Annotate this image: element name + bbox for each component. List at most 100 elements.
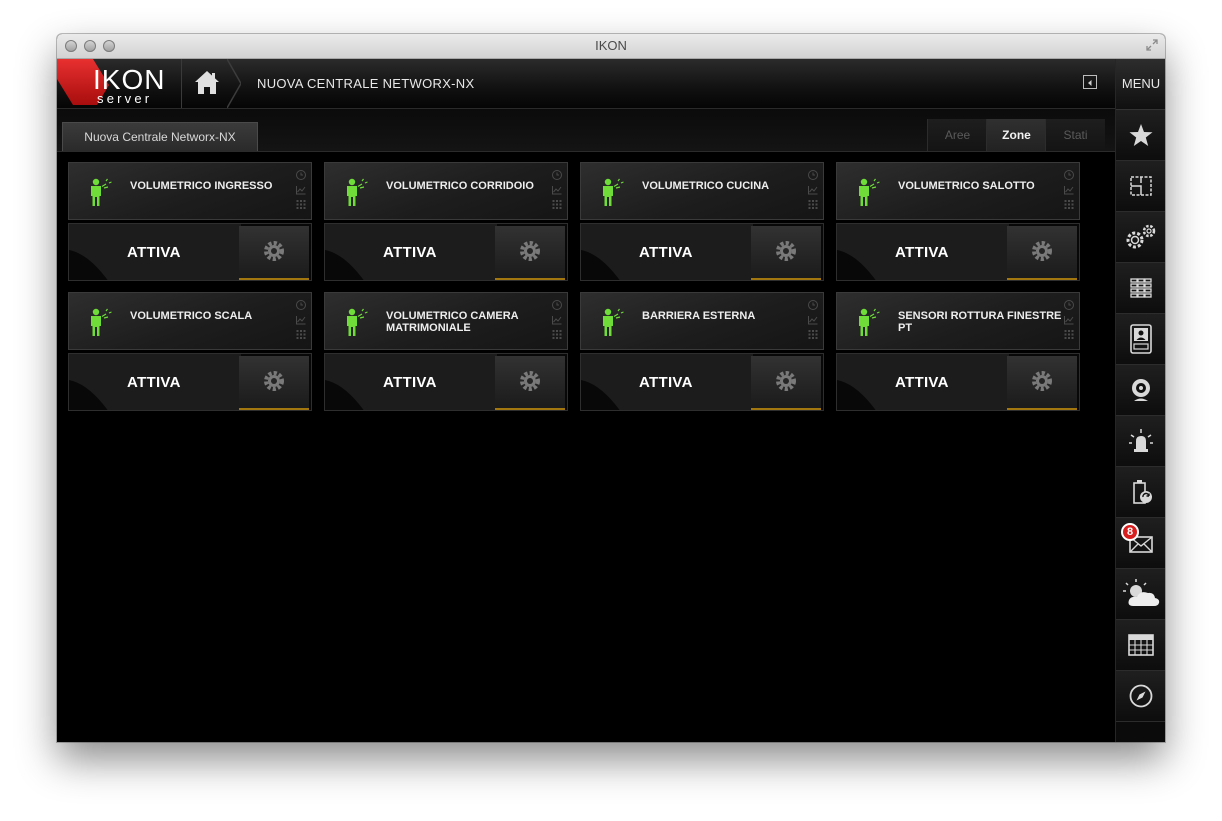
motion-sensor-icon [603, 308, 624, 336]
motion-sensor-icon [91, 178, 112, 206]
home-button[interactable] [181, 59, 232, 108]
gear-icon [1032, 241, 1052, 261]
zone-card-header[interactable]: VOLUMETRICO CAMERA MATRIMONIALE [324, 292, 568, 350]
zone-status: ATTIVA [127, 244, 181, 261]
zone-status: ATTIVA [383, 374, 437, 391]
right-sidebar: MENU 8 [1115, 59, 1165, 742]
calendar-icon [1128, 634, 1154, 656]
webcam-icon [1132, 379, 1150, 401]
alarm-siren-icon [1129, 429, 1153, 452]
zone-quick-icons [1064, 300, 1074, 339]
unread-count-badge: 8 [1121, 523, 1139, 541]
window-title: IKON [595, 38, 627, 53]
gear-icon [776, 241, 796, 261]
sidebar-item-intercom[interactable] [1116, 314, 1165, 365]
zone-settings-button[interactable] [239, 226, 309, 280]
zoom-window-button[interactable] [103, 40, 115, 52]
breadcrumb-separator [227, 59, 241, 108]
app-header: IKON server NUOVA CENTRALE NETWORX-NX [57, 59, 1115, 109]
floor-plan-icon [1130, 176, 1152, 196]
motion-sensor-icon [859, 178, 880, 206]
zone-settings-button[interactable] [1007, 226, 1077, 280]
gears-icon [1126, 224, 1156, 249]
zone-card-header[interactable]: VOLUMETRICO SCALA [68, 292, 312, 350]
zone-settings-button[interactable] [495, 226, 565, 280]
gear-icon [1032, 371, 1052, 391]
title-bar: IKON [57, 34, 1165, 59]
battery-sync-icon [1133, 480, 1152, 504]
sidebar-item-favorites[interactable] [1116, 110, 1165, 161]
sidebar-item-floor-plan[interactable] [1116, 161, 1165, 212]
motion-sensor-icon [859, 308, 880, 336]
zone-card-header[interactable]: SENSORI ROTTURA FINESTRE PT [836, 292, 1080, 350]
zone-card-header[interactable]: BARRIERA ESTERNA [580, 292, 824, 350]
sidebar-item-messages[interactable]: 8 [1116, 518, 1165, 569]
ikon-server-logo: IKON server [57, 59, 179, 108]
gear-icon [520, 241, 540, 261]
zone-status: ATTIVA [895, 374, 949, 391]
tab-control-panel[interactable]: Nuova Centrale Networx-NX [62, 122, 258, 151]
zone-settings-button[interactable] [751, 226, 821, 280]
zone-card-header[interactable]: VOLUMETRICO SALOTTO [836, 162, 1080, 220]
sidebar-item-calendar[interactable] [1116, 620, 1165, 671]
sidebar-item-alarms[interactable] [1116, 416, 1165, 467]
zone-name: SENSORI ROTTURA FINESTRE PT [898, 310, 1062, 334]
collapse-sidebar-button[interactable] [1083, 75, 1097, 89]
sidebar-item-energy[interactable] [1116, 467, 1165, 518]
zone-status: ATTIVA [127, 374, 181, 391]
zone-card: VOLUMETRICO SCALA ATTIVA [68, 292, 312, 411]
zone-quick-icons [1064, 170, 1074, 209]
zone-name: VOLUMETRICO SALOTTO [898, 180, 1035, 192]
zone-quick-icons [552, 170, 562, 209]
collapse-icon [1088, 80, 1092, 86]
zone-card: VOLUMETRICO CUCINA ATTIVA [580, 162, 824, 281]
zone-card: VOLUMETRICO INGRESSO ATTIVA [68, 162, 312, 281]
zone-status-row: ATTIVA [68, 353, 312, 411]
gear-icon [264, 241, 284, 261]
weather-icon [1123, 579, 1160, 606]
zone-name: VOLUMETRICO SCALA [130, 310, 253, 322]
keypad-icon [1130, 278, 1152, 298]
motion-sensor-icon [91, 308, 112, 336]
zone-status-row: ATTIVA [324, 223, 568, 281]
minimize-window-button[interactable] [84, 40, 96, 52]
zone-quick-icons [552, 300, 562, 339]
zone-name: VOLUMETRICO CAMERA MATRIMONIALE [386, 310, 519, 334]
motion-sensor-icon [347, 308, 368, 336]
zone-settings-button[interactable] [239, 356, 309, 410]
zone-name: VOLUMETRICO INGRESSO [130, 180, 273, 192]
zone-card: SENSORI ROTTURA FINESTRE PT ATTIVA [836, 292, 1080, 411]
menu-button[interactable]: MENU [1116, 59, 1165, 110]
fullscreen-icon[interactable] [1145, 38, 1159, 52]
gear-icon [520, 371, 540, 391]
sidebar-item-settings[interactable] [1116, 212, 1165, 263]
zone-card-header[interactable]: VOLUMETRICO CUCINA [580, 162, 824, 220]
zone-settings-button[interactable] [495, 356, 565, 410]
tab-areas[interactable]: Aree [927, 119, 987, 151]
tab-states[interactable]: Stati [1045, 119, 1105, 151]
gear-icon [264, 371, 284, 391]
zone-card: VOLUMETRICO SALOTTO ATTIVA [836, 162, 1080, 281]
page-title: NUOVA CENTRALE NETWORX-NX [257, 76, 475, 91]
zone-settings-button[interactable] [1007, 356, 1077, 410]
zone-status-row: ATTIVA [324, 353, 568, 411]
close-window-button[interactable] [65, 40, 77, 52]
zone-quick-icons [296, 170, 306, 209]
zone-settings-button[interactable] [751, 356, 821, 410]
sidebar-item-webcam[interactable] [1116, 365, 1165, 416]
tab-zones[interactable]: Zone [986, 119, 1046, 151]
sidebar-item-keypad[interactable] [1116, 263, 1165, 314]
zone-card-header[interactable]: VOLUMETRICO INGRESSO [68, 162, 312, 220]
zone-card: VOLUMETRICO CORRIDOIO ATTIVA [324, 162, 568, 281]
zone-status: ATTIVA [895, 244, 949, 261]
tab-bar: Nuova Centrale Networx-NX Aree Zone Stat… [57, 109, 1115, 152]
zone-card-header[interactable]: VOLUMETRICO CORRIDOIO [324, 162, 568, 220]
sidebar-item-weather[interactable] [1116, 569, 1165, 620]
home-icon [195, 71, 219, 94]
app-window: IKON IKON server NUOVA CENTRALE NETWORX-… [57, 34, 1165, 742]
sidebar-item-navigation[interactable] [1116, 671, 1165, 722]
zone-status: ATTIVA [383, 244, 437, 261]
zone-status-row: ATTIVA [580, 353, 824, 411]
zone-status: ATTIVA [639, 244, 693, 261]
zone-status-row: ATTIVA [580, 223, 824, 281]
